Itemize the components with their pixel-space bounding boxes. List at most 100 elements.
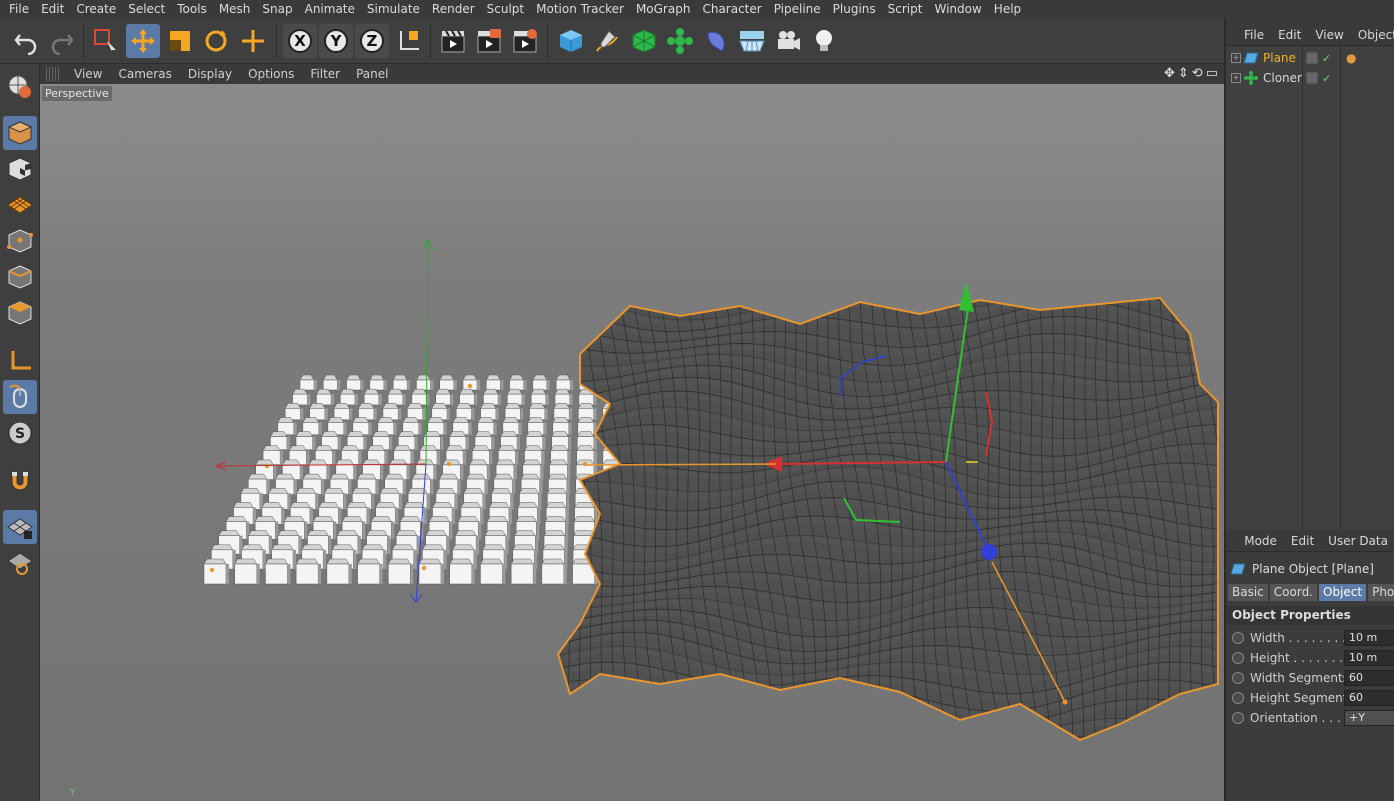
layer-flag[interactable] (1306, 52, 1318, 64)
viewport-menu-display[interactable]: Display (180, 67, 240, 81)
scene-canvas[interactable] (40, 84, 1224, 801)
add-pen-spline-button[interactable] (590, 24, 624, 58)
tab-phong[interactable]: Phong (1368, 584, 1394, 601)
perspective-viewport[interactable]: Perspective Y (40, 84, 1224, 801)
axis-mode-button[interactable] (3, 344, 37, 378)
menu-character[interactable]: Character (696, 0, 767, 18)
orientation-dropdown[interactable]: +Y (1344, 710, 1394, 726)
object-name[interactable]: Plane (1263, 51, 1311, 65)
enabled-check-icon[interactable]: ✓ (1322, 72, 1331, 85)
menu-snap[interactable]: Snap (256, 0, 298, 18)
viewport-menu-view[interactable]: View (66, 67, 110, 81)
viewport-menu-panel[interactable]: Panel (348, 67, 396, 81)
menu-motion-tracker[interactable]: Motion Tracker (530, 0, 630, 18)
animation-key-radio[interactable] (1232, 712, 1244, 724)
add-floor-button[interactable] (735, 24, 769, 58)
live-selection-button[interactable] (89, 24, 123, 58)
add-camera-button[interactable] (771, 24, 805, 58)
add-cloner-button[interactable] (663, 24, 697, 58)
attributes-menu-mode[interactable]: Mode (1238, 534, 1285, 548)
menu-create[interactable]: Create (70, 0, 122, 18)
viewport-menu-cameras[interactable]: Cameras (110, 67, 179, 81)
viewport-menu-filter[interactable]: Filter (302, 67, 348, 81)
coordinate-system-button[interactable] (392, 24, 426, 58)
solo-button[interactable]: S (3, 416, 37, 450)
add-subdivision-button[interactable] (627, 24, 661, 58)
toggle-view-icon[interactable]: ▭ (1206, 66, 1218, 81)
menu-plugins[interactable]: Plugins (827, 0, 882, 18)
add-deformer-button[interactable] (699, 24, 733, 58)
menu-mesh[interactable]: Mesh (213, 0, 257, 18)
tab-basic[interactable]: Basic (1228, 584, 1268, 601)
undo-button[interactable] (9, 24, 43, 58)
height-field[interactable]: 10 m (1344, 650, 1394, 666)
redo-button[interactable] (45, 24, 79, 58)
attributes-menu-edit[interactable]: Edit (1285, 534, 1322, 548)
panel-grip[interactable] (46, 67, 60, 81)
render-settings-button[interactable] (508, 24, 542, 58)
menu-animate[interactable]: Animate (299, 0, 361, 18)
expand-toggle[interactable]: + (1231, 73, 1241, 83)
menu-simulate[interactable]: Simulate (361, 0, 426, 18)
z-axis-lock-button[interactable]: Z (355, 24, 389, 58)
menu-pipeline[interactable]: Pipeline (768, 0, 827, 18)
object-row-cloner[interactable]: + Cloner ✓ (1226, 68, 1394, 88)
texture-mode-button[interactable] (3, 152, 37, 186)
menu-file[interactable]: File (3, 0, 35, 18)
model-mode-button[interactable] (3, 116, 37, 150)
locked-workplane-button[interactable] (3, 510, 37, 544)
menu-render[interactable]: Render (426, 0, 481, 18)
tab-coord[interactable]: Coord. (1269, 584, 1317, 601)
render-view-button[interactable] (436, 24, 470, 58)
animation-key-radio[interactable] (1232, 652, 1244, 664)
snap-button[interactable] (3, 464, 37, 498)
menu-script[interactable]: Script (882, 0, 929, 18)
add-cube-button[interactable] (554, 24, 588, 58)
add-light-button[interactable] (807, 24, 841, 58)
viewport-camera-label[interactable]: Perspective (42, 86, 112, 101)
scale-tool-button[interactable] (163, 24, 197, 58)
attributes-menu-user-data[interactable]: User Data (1322, 534, 1394, 548)
tag-icon[interactable]: ● (1346, 51, 1356, 65)
y-axis-lock-button[interactable]: Y (319, 24, 353, 58)
planar-workplane-button[interactable] (3, 546, 37, 580)
animation-key-radio[interactable] (1232, 692, 1244, 704)
rotate-tool-button[interactable] (199, 24, 233, 58)
menu-sculpt[interactable]: Sculpt (481, 0, 530, 18)
x-axis-lock-button[interactable]: X (283, 24, 317, 58)
plane-deformed-mesh[interactable] (539, 284, 1224, 764)
menu-help[interactable]: Help (988, 0, 1027, 18)
animation-key-radio[interactable] (1232, 672, 1244, 684)
orbit-icon[interactable]: ⟲ (1192, 66, 1203, 81)
object-name[interactable]: Cloner (1263, 71, 1311, 85)
menu-window[interactable]: Window (928, 0, 987, 18)
tweak-mode-button[interactable] (3, 380, 37, 414)
pan-icon[interactable]: ✥ (1164, 66, 1175, 81)
objects-menu-edit[interactable]: Edit (1272, 28, 1309, 42)
viewport-menu-options[interactable]: Options (240, 67, 302, 81)
workplane-mode-button[interactable] (3, 188, 37, 222)
make-editable-button[interactable] (3, 70, 37, 104)
width-segments-field[interactable]: 60 (1344, 670, 1394, 686)
dolly-icon[interactable]: ⇕ (1178, 66, 1189, 81)
render-to-picture-viewer-button[interactable] (472, 24, 506, 58)
layer-flag[interactable] (1306, 72, 1318, 84)
menu-select[interactable]: Select (122, 0, 171, 18)
edges-mode-button[interactable] (3, 260, 37, 294)
polygons-mode-button[interactable] (3, 296, 37, 330)
tab-object[interactable]: Object (1319, 584, 1367, 601)
expand-toggle[interactable]: + (1231, 53, 1241, 63)
move-tool-button[interactable] (126, 24, 160, 58)
menu-edit[interactable]: Edit (35, 0, 70, 18)
enabled-check-icon[interactable]: ✓ (1322, 52, 1331, 65)
objects-menu-objects[interactable]: Objects (1352, 28, 1394, 42)
objects-menu-file[interactable]: File (1238, 28, 1272, 42)
points-mode-button[interactable] (3, 224, 37, 258)
objects-menu-view[interactable]: View (1309, 28, 1351, 42)
recent-tool-button[interactable] (236, 24, 270, 58)
height-segments-field[interactable]: 60 (1344, 690, 1394, 706)
object-row-plane[interactable]: + Plane ✓ ● (1226, 48, 1394, 68)
animation-key-radio[interactable] (1232, 632, 1244, 644)
plane-z-handle[interactable] (981, 544, 997, 560)
width-field[interactable]: 10 m (1344, 630, 1394, 646)
